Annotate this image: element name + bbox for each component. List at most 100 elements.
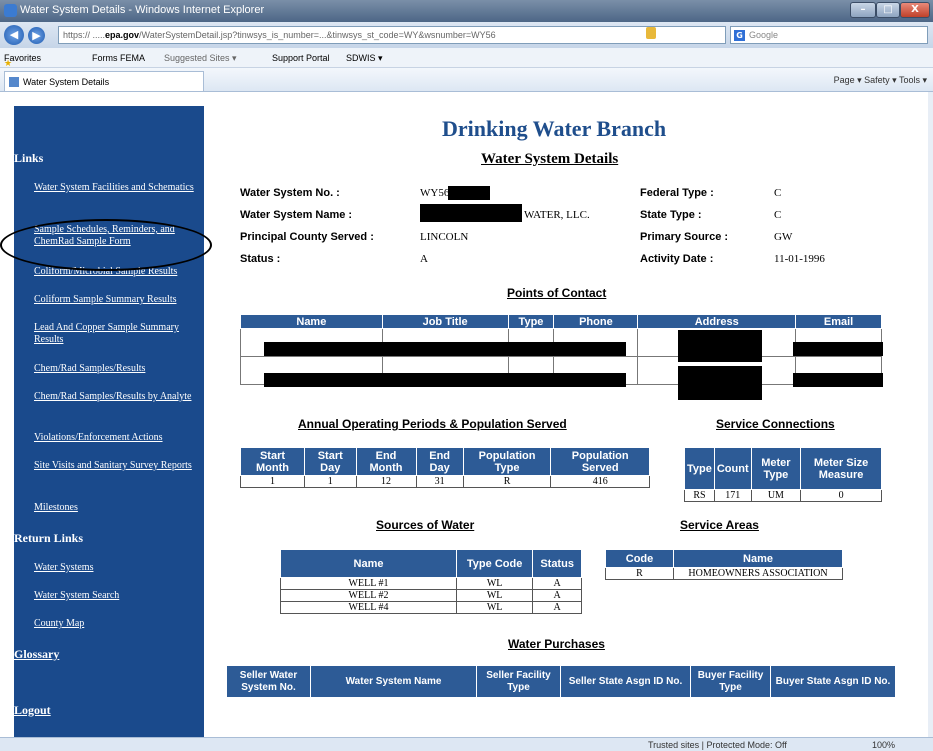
county-value: LINCOLN (420, 231, 469, 243)
col-header: Type (684, 447, 715, 490)
purchases-table: Seller Water System No. Water System Nam… (226, 665, 896, 698)
glossary-link[interactable]: Glossary (14, 647, 59, 662)
tab-water-system-details[interactable]: Water System Details (4, 71, 204, 91)
redaction (793, 373, 883, 387)
redaction (793, 342, 883, 356)
close-button[interactable]: X (900, 2, 930, 18)
forward-button[interactable]: ▶ (28, 27, 45, 44)
areas-heading: Service Areas (680, 518, 759, 532)
redaction (448, 186, 490, 200)
col-header: Phone (553, 314, 639, 329)
cell: UM (750, 489, 802, 502)
col-header: Water System Name (310, 665, 477, 698)
col-header: End Day (415, 447, 464, 476)
logout-link[interactable]: Logout (14, 703, 51, 718)
cell: 1 (303, 475, 357, 488)
cell: WL (455, 589, 534, 602)
col-header: Code (605, 549, 674, 568)
state-type-label: State Type : (640, 209, 702, 221)
minimize-button[interactable]: – (850, 2, 876, 18)
link-chemrad-by-analyte[interactable]: Chem/Rad Samples/Results by Analyte (34, 391, 199, 403)
zoom-level[interactable]: 100% (872, 740, 895, 750)
cell: 171 (713, 489, 752, 502)
sources-header-row: Name Type Code Status (280, 549, 582, 578)
fav-suggested-sites[interactable]: Suggested Sites ▾ (164, 53, 237, 64)
status-zone: Trusted sites | Protected Mode: Off (648, 740, 787, 750)
col-header: Meter Type (750, 447, 802, 490)
col-header: Name (280, 549, 457, 578)
col-header: Email (795, 314, 882, 329)
table-row: RS 171 UM 0 (684, 489, 882, 502)
page-content: Links Water System Facilities and Schema… (0, 92, 928, 737)
cell: WELL #2 (280, 589, 457, 602)
cell: WELL #4 (280, 601, 457, 614)
lock-icon (646, 27, 656, 39)
address-bar-row: ◀ ▶ https:// .....epa.gov/WaterSystemDet… (0, 22, 933, 48)
address-input[interactable]: https:// .....epa.gov/WaterSystemDetail.… (58, 26, 726, 44)
link-water-systems[interactable]: Water Systems (34, 562, 199, 574)
operating-heading: Annual Operating Periods & Population Se… (298, 417, 567, 431)
col-header: Buyer Facility Type (690, 665, 771, 698)
operating-table: Start Month Start Day End Month End Day … (240, 447, 650, 488)
url-domain: epa.gov (105, 30, 140, 40)
col-header: Name (673, 549, 843, 568)
status-label: Status : (240, 253, 281, 265)
fav-sdwis[interactable]: SDWIS ▾ (346, 53, 383, 64)
cell: 12 (355, 475, 417, 488)
tab-label: Water System Details (23, 77, 110, 87)
table-row: 1 1 12 31 R 416 (240, 475, 650, 488)
cell: 416 (550, 475, 650, 488)
link-coliform-summary[interactable]: Coliform Sample Summary Results (34, 294, 199, 306)
cell: 0 (800, 489, 882, 502)
cell: R (462, 475, 552, 488)
link-lead-copper[interactable]: Lead And Copper Sample Summary Results (34, 322, 199, 346)
page-icon (9, 77, 19, 87)
scrollbar[interactable] (928, 92, 933, 737)
maximize-button[interactable]: □ (876, 2, 900, 18)
cell: A (532, 577, 582, 590)
ws-name-value: WATER, LLC. (524, 209, 590, 221)
col-header: Count (713, 447, 752, 490)
link-violations[interactable]: Violations/Enforcement Actions (34, 432, 199, 444)
col-header: Job Title (381, 314, 509, 329)
browser-window: Water System Details - Windows Internet … (0, 0, 933, 751)
favorites-button[interactable]: ★ Favorites (4, 53, 41, 68)
link-facilities[interactable]: Water System Facilities and Schematics (34, 182, 199, 194)
url-path: /WaterSystemDetail.jsp?tinwsys_is_number… (139, 30, 496, 40)
sources-heading: Sources of Water (376, 518, 475, 532)
cell: HOMEOWNERS ASSOCIATION (673, 567, 843, 580)
sidebar: Links Water System Facilities and Schema… (14, 106, 204, 737)
search-input[interactable]: G Google (730, 26, 928, 44)
google-icon: G (734, 30, 745, 41)
table-row: WELL #1 WL A (280, 577, 582, 590)
cell: A (532, 601, 582, 614)
redaction (678, 330, 762, 362)
link-milestones[interactable]: Milestones (34, 502, 199, 514)
search-placeholder: Google (749, 30, 779, 40)
table-row: R HOMEOWNERS ASSOCIATION (605, 567, 843, 580)
cell: RS (684, 489, 715, 502)
federal-type-value: C (774, 187, 782, 199)
areas-table: Code Name R HOMEOWNERS ASSOCIATION (605, 549, 843, 580)
status-value: A (420, 253, 428, 265)
col-header: Type (507, 314, 555, 329)
link-water-system-search[interactable]: Water System Search (34, 590, 199, 602)
link-site-visits[interactable]: Site Visits and Sanitary Survey Reports (34, 460, 199, 472)
cell: R (605, 567, 674, 580)
col-header: Name (240, 314, 383, 329)
title-bar: Water System Details - Windows Internet … (0, 0, 933, 22)
purchases-header-row: Seller Water System No. Water System Nam… (226, 665, 896, 698)
federal-type-label: Federal Type : (640, 187, 714, 199)
table-row: WELL #4 WL A (280, 601, 582, 614)
purchases-heading: Water Purchases (508, 637, 605, 651)
ws-no-label: Water System No. : (240, 187, 340, 199)
link-chemrad-results[interactable]: Chem/Rad Samples/Results (34, 363, 199, 375)
col-header: Type Code (455, 549, 534, 578)
fav-forms-fema[interactable]: Forms FEMA (92, 53, 145, 63)
ws-name-label: Water System Name : (240, 209, 353, 221)
fav-support-portal[interactable]: Support Portal (272, 53, 330, 63)
command-bar[interactable]: Page ▾ Safety ▾ Tools ▾ (834, 75, 927, 86)
back-button[interactable]: ◀ (4, 25, 24, 45)
cell: WL (455, 577, 534, 590)
link-county-map[interactable]: County Map (34, 618, 199, 630)
